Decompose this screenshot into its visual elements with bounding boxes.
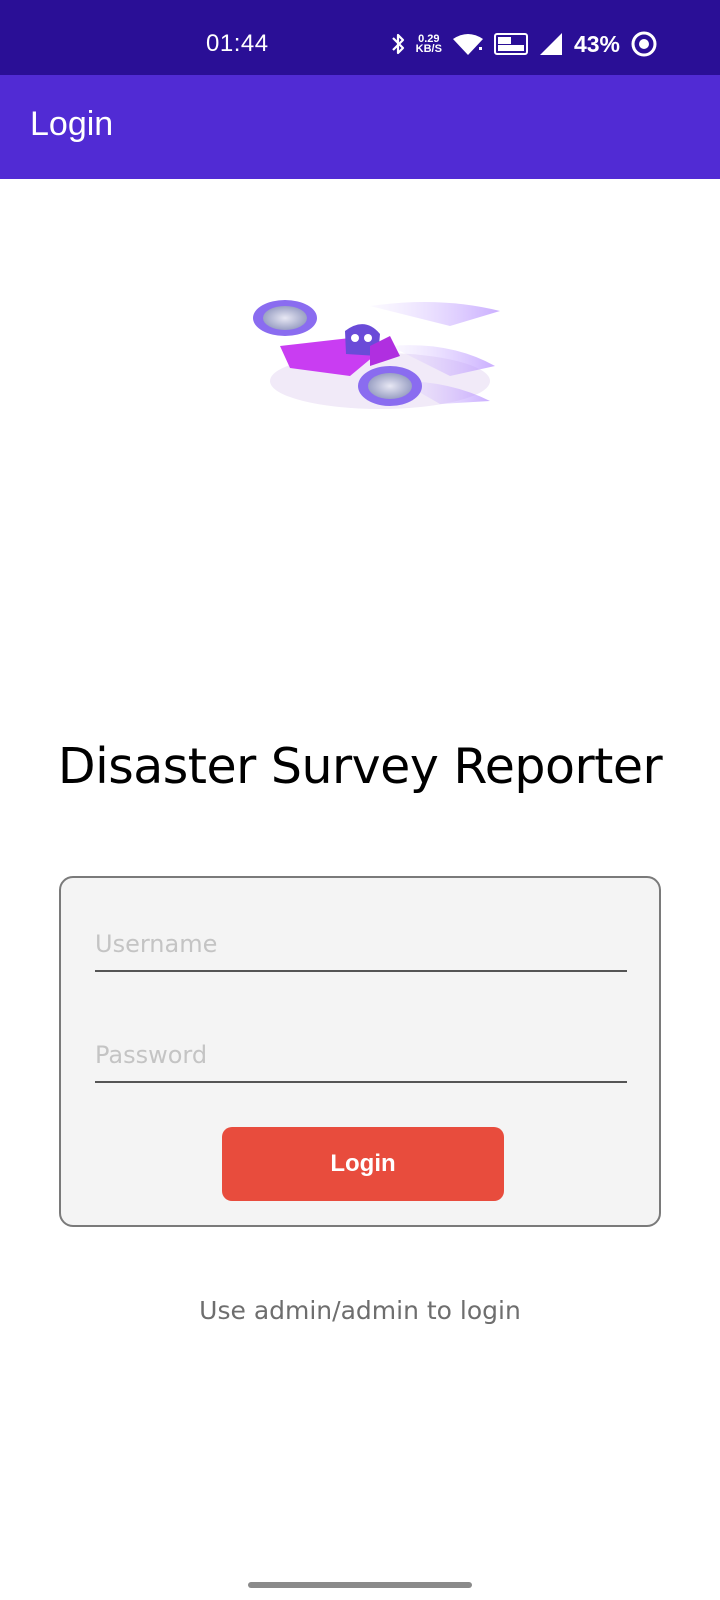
login-hint: Use admin/admin to login <box>199 1296 521 1325</box>
status-icons: 0.29 KB/S 43% <box>390 28 658 60</box>
battery-percentage: 43% <box>573 30 620 57</box>
gesture-nav-handle[interactable] <box>248 1582 472 1588</box>
drone-mascot-illustration <box>250 286 500 426</box>
app-bar: Login <box>0 75 720 179</box>
password-field[interactable] <box>95 1029 627 1083</box>
signal-icon <box>538 31 564 57</box>
status-bar: 01:44 0.29 KB/S 43% <box>0 0 720 75</box>
battery-ring-icon <box>630 30 658 58</box>
network-speed: 0.29 KB/S <box>415 34 442 55</box>
login-form-card: Login <box>59 876 661 1227</box>
network-speed-unit: KB/S <box>415 43 442 55</box>
status-time: 01:44 <box>206 30 269 57</box>
username-field[interactable] <box>95 918 627 972</box>
login-button[interactable]: Login <box>222 1127 504 1201</box>
wifi-icon <box>452 32 484 56</box>
page-title: Login <box>30 105 114 143</box>
app-heading: Disaster Survey Reporter <box>57 738 663 795</box>
volte-lte-icon <box>493 32 528 56</box>
bluetooth-icon <box>390 31 406 57</box>
